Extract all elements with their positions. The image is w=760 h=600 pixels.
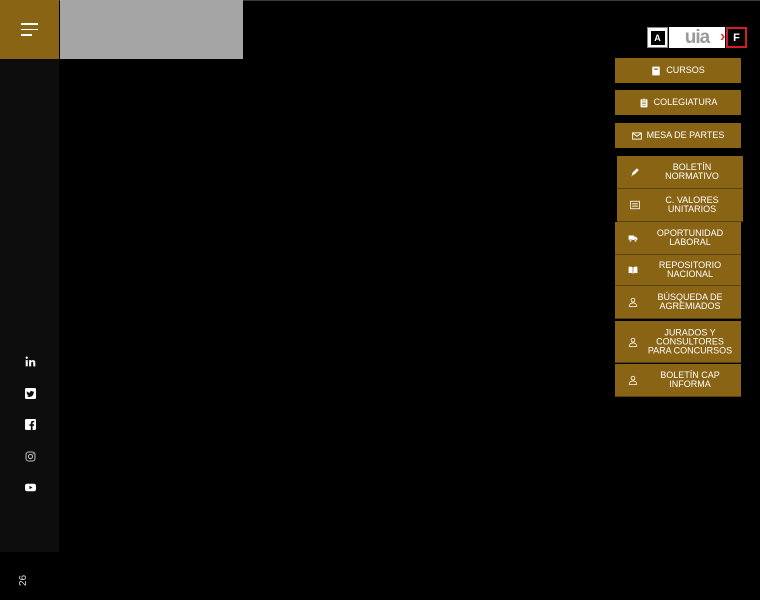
mesa-de-partes-label: MESA DE PARTES — [646, 130, 725, 140]
linkedin-icon[interactable] — [24, 355, 36, 367]
left-sidebar — [0, 59, 59, 552]
oportunidad-laboral-label: OPORTUNIDAD LABORAL — [656, 228, 724, 247]
facebook-icon[interactable] — [24, 418, 36, 430]
boletin-normativo-label: BOLETÍN NORMATIVO — [665, 162, 719, 181]
repositorio-nacional-button[interactable]: REPOSITORIO NACIONAL — [615, 255, 741, 286]
menu-line-icon — [21, 23, 38, 25]
mesa-de-partes-button[interactable]: MESA DE PARTES — [615, 123, 741, 148]
youtube-icon[interactable] — [24, 481, 36, 493]
clipboard-icon — [640, 97, 648, 107]
user-icon — [628, 337, 638, 347]
busqueda-de-agremiados-label: BÚSQUEDA DE AGREMIADOS — [657, 292, 723, 311]
pen-icon — [630, 167, 640, 177]
menu-line-icon — [21, 34, 32, 36]
valores-unitarios-button[interactable]: C. VALORES UNITARIOS — [617, 189, 743, 222]
colegiatura-button[interactable]: COLEGIATURA — [615, 90, 741, 115]
twitter-icon[interactable] — [24, 387, 36, 399]
boletin-cap-informa-button[interactable]: BOLETÍN CAP INFORMA — [615, 364, 741, 397]
repositorio-nacional-label: REPOSITORIO NACIONAL — [658, 260, 722, 279]
logo-f-icon[interactable]: F — [726, 27, 747, 48]
jurados-y-consultores-button[interactable]: JURADOS Y CONSULTORES PARA CONCURSOS — [615, 321, 741, 363]
truck-icon — [628, 233, 638, 243]
user-icon — [628, 375, 638, 385]
header-logo-placeholder — [60, 0, 243, 59]
logo-a-icon[interactable]: A — [647, 27, 668, 48]
uia-logo[interactable]: uia — [669, 27, 725, 48]
boletin-normativo-button[interactable]: BOLETÍN NORMATIVO — [617, 156, 743, 189]
hamburger-menu-button[interactable] — [0, 0, 59, 59]
busqueda-de-agremiados-button[interactable]: BÚSQUEDA DE AGREMIADOS — [615, 286, 741, 319]
boletin-cap-informa-label: BOLETÍN CAP INFORMA — [660, 370, 720, 389]
valores-unitarios-label: C. VALORES UNITARIOS — [665, 195, 719, 214]
envelope-icon — [631, 131, 642, 140]
cursos-label: CURSOS — [666, 65, 705, 75]
cursos-button[interactable]: CURSOS — [615, 58, 741, 83]
table-icon — [630, 200, 640, 210]
partner-logos: A uia › F — [647, 27, 747, 48]
year-fragment-text: 26 — [18, 574, 29, 586]
book-icon — [652, 66, 660, 75]
instagram-icon[interactable] — [24, 450, 36, 462]
colegiatura-label: COLEGIATURA — [653, 97, 718, 107]
oportunidad-laboral-button[interactable]: OPORTUNIDAD LABORAL — [615, 222, 741, 255]
open-book-icon — [628, 265, 638, 275]
jurados-y-consultores-label: JURADOS Y CONSULTORES PARA CONCURSOS — [647, 327, 733, 355]
uia-arrow-icon: › — [720, 28, 726, 45]
user-icon — [628, 297, 638, 307]
menu-line-icon — [21, 28, 38, 31]
